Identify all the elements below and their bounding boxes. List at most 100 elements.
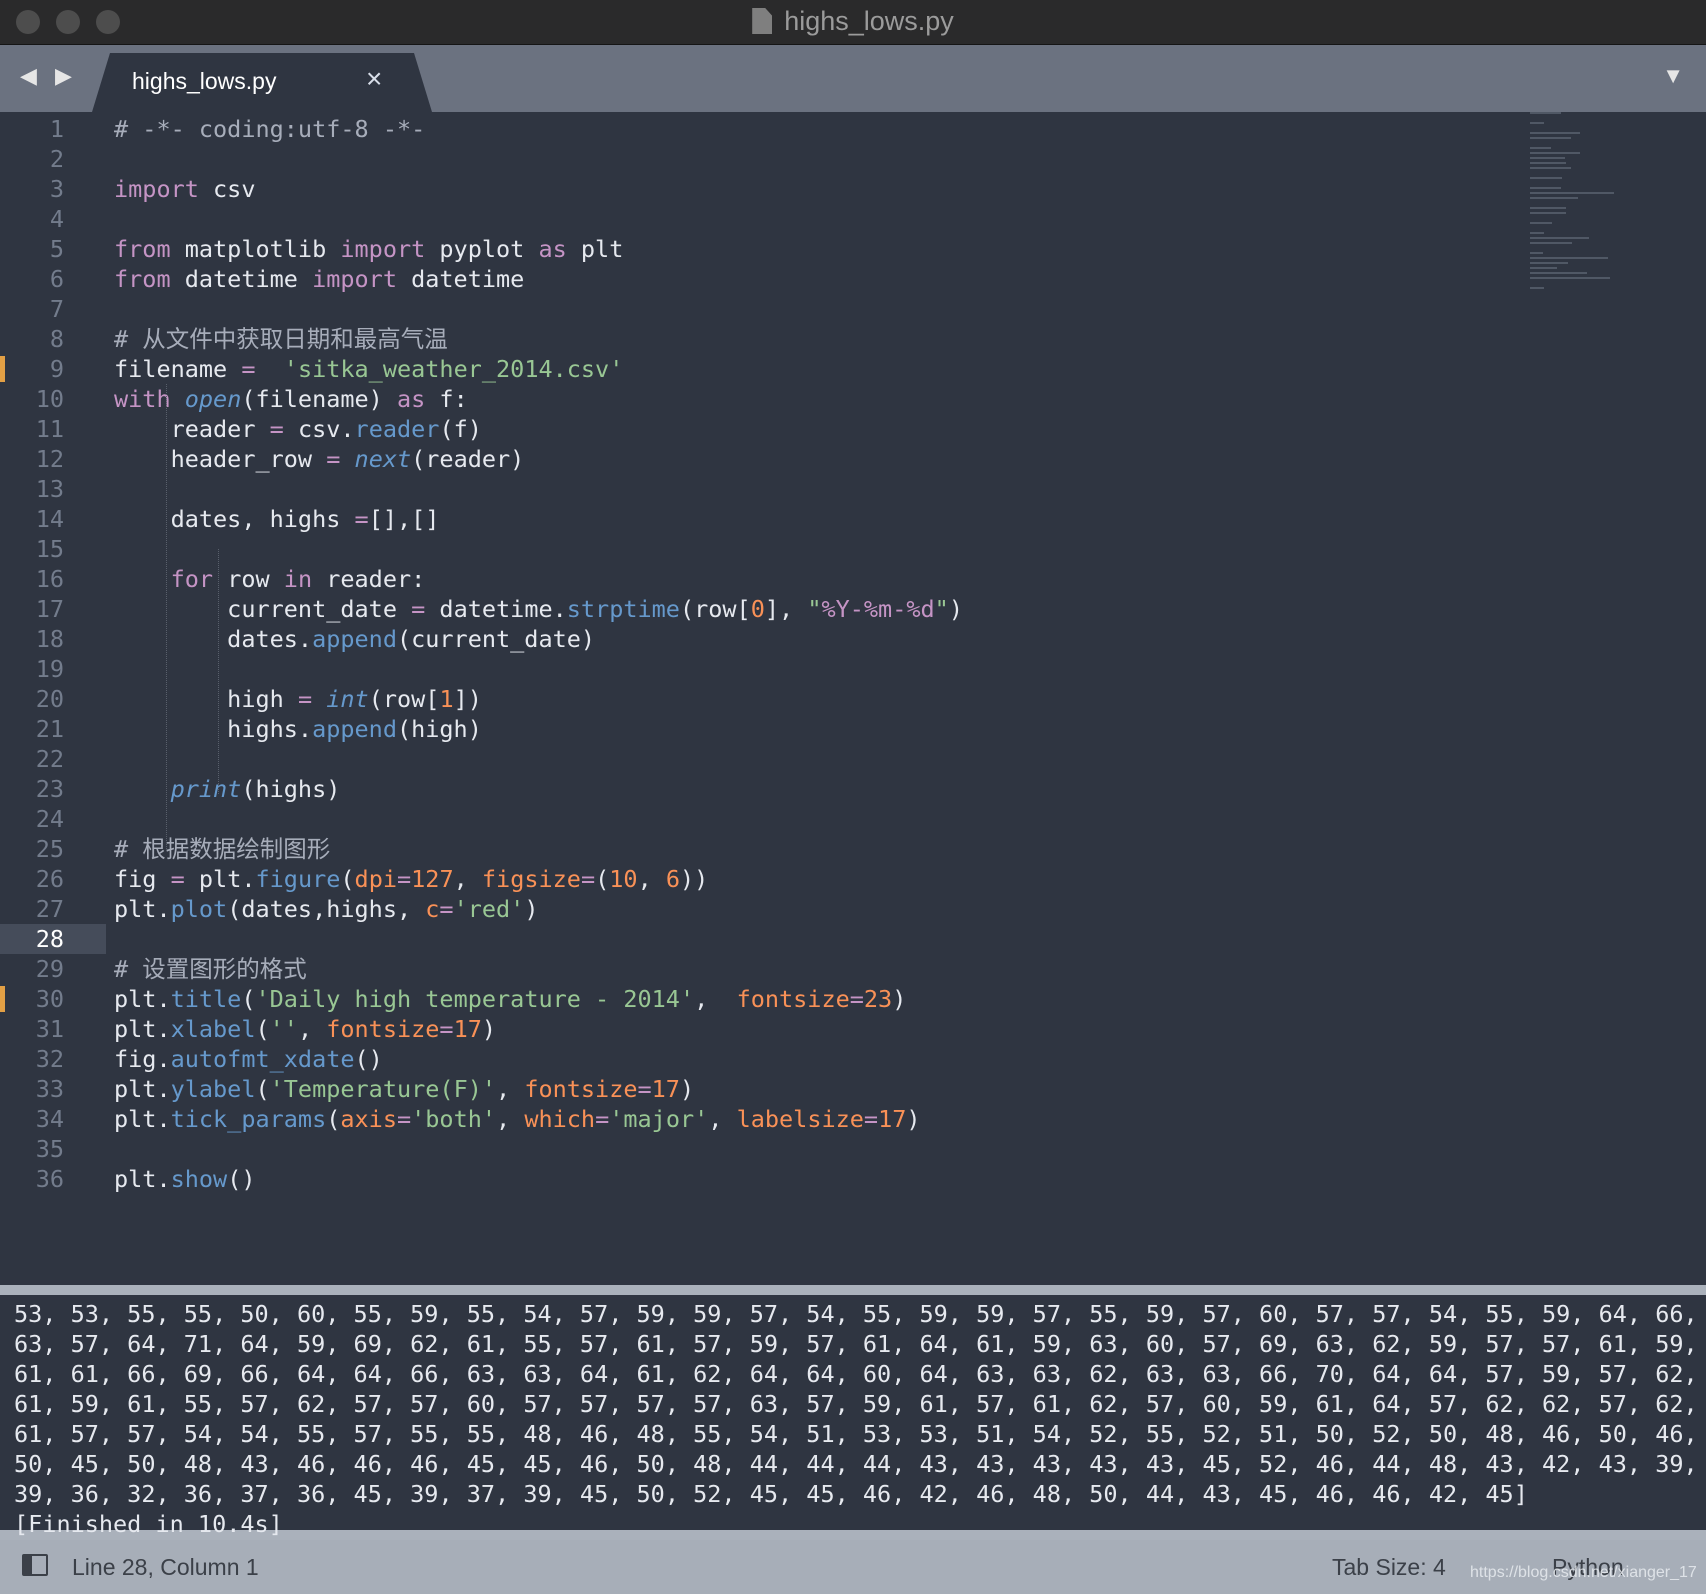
minimap-line [1530,222,1553,224]
minimap[interactable] [1530,112,1650,289]
line-number[interactable]: 15 [0,534,106,564]
line-number[interactable]: 29 [0,954,106,984]
tab-highs-lows[interactable]: highs_lows.py × [92,53,432,112]
code-token: 'sitka_weather_2014.csv' [283,355,624,383]
code-line[interactable] [114,204,1506,234]
line-number[interactable]: 10 [0,384,106,414]
line-number[interactable]: 23 [0,774,106,804]
line-number[interactable]: 12 [0,444,106,474]
line-number[interactable]: 13 [0,474,106,504]
line-number-gutter: 1 2 3 4 5 6 7 8 9 10 11 12 13 14 15 16 17 18 19 20 21 22 23 24 2… [0,112,106,1285]
code-token: ) [948,595,963,623]
code-line[interactable]: # 设置图形的格式 [114,954,1506,984]
line-number[interactable]: 16 [0,564,106,594]
code-token: (row[ [679,595,751,623]
code-line[interactable]: current_date = datetime.strptime(row[0],… [114,594,1506,624]
line-number[interactable]: 31 [0,1014,106,1044]
line-number[interactable]: 32 [0,1044,106,1074]
code-line[interactable] [114,144,1506,174]
tab-close-icon[interactable]: × [366,63,382,95]
line-number[interactable]: 8 [0,324,106,354]
line-number[interactable]: 26 [0,864,106,894]
toggle-panel-icon[interactable] [22,1554,48,1576]
code-line[interactable]: print(highs) [114,774,1506,804]
code-line[interactable]: # -*- coding:utf-8 -*- [114,114,1506,144]
line-number[interactable]: 35 [0,1134,106,1164]
line-number[interactable]: 20 [0,684,106,714]
code-line[interactable]: import csv [114,174,1506,204]
line-number[interactable]: 19 [0,654,106,684]
line-number[interactable]: 7 [0,294,106,324]
code-line[interactable]: from datetime import datetime [114,264,1506,294]
code-line[interactable]: plt.plot(dates,highs, c='red') [114,894,1506,924]
line-number[interactable]: 27 [0,894,106,924]
line-number[interactable]: 1 [0,114,106,144]
code-token: row [213,565,284,593]
line-number[interactable]: 28 [0,924,106,954]
code-token: , [297,1015,327,1043]
code-line[interactable] [114,654,1506,684]
code-line[interactable] [114,744,1506,774]
line-number[interactable]: 33 [0,1074,106,1104]
code-token: = [397,865,412,893]
code-line[interactable]: plt.xlabel('', fontsize=17) [114,1014,1506,1044]
code-token: = [863,1105,879,1133]
code-area[interactable]: # -*- coding:utf-8 -*- import csv from m… [114,112,1506,1285]
code-line[interactable]: # 从文件中获取日期和最高气温 [114,324,1506,354]
code-line[interactable] [114,1134,1506,1164]
line-number[interactable]: 6 [0,264,106,294]
line-number[interactable]: 14 [0,504,106,534]
code-token: 'both' [411,1105,497,1133]
code-line[interactable] [114,534,1506,564]
code-line[interactable] [114,804,1506,834]
line-number[interactable]: 9 [0,354,106,384]
cursor-position[interactable]: Line 28, Column 1 [72,1554,259,1581]
code-token: matplotlib [170,235,341,263]
watermark: https://blog.csdn.net/xianger_17 [1470,1564,1697,1581]
code-line[interactable]: fig.autofmt_xdate() [114,1044,1506,1074]
code-line[interactable] [114,474,1506,504]
line-number[interactable]: 36 [0,1164,106,1194]
code-token: show [170,1165,228,1193]
line-number[interactable]: 5 [0,234,106,264]
line-number[interactable]: 25 [0,834,106,864]
code-line[interactable]: fig = plt.figure(dpi=127, figsize=(10, 6… [114,864,1506,894]
code-line[interactable]: dates, highs =[],[] [114,504,1506,534]
line-number[interactable]: 2 [0,144,106,174]
tab-size-indicator[interactable]: Tab Size: 4 [1332,1554,1446,1581]
code-line[interactable]: high = int(row[1]) [114,684,1506,714]
code-line[interactable]: with open(filename) as f: [114,384,1506,414]
line-number[interactable]: 4 [0,204,106,234]
line-number[interactable]: 22 [0,744,106,774]
code-line[interactable]: filename = 'sitka_weather_2014.csv' [114,354,1506,384]
line-number[interactable]: 21 [0,714,106,744]
tab-dropdown-icon[interactable]: ▼ [1662,63,1684,89]
code-line[interactable]: plt.tick_params(axis='both', which='majo… [114,1104,1506,1134]
line-number[interactable]: 18 [0,624,106,654]
code-line[interactable]: highs.append(high) [114,714,1506,744]
code-line[interactable]: # 根据数据绘制图形 [114,834,1506,864]
code-token: fig [114,865,171,893]
code-line[interactable]: for row in reader: [114,564,1506,594]
code-line[interactable]: plt.ylabel('Temperature(F)', fontsize=17… [114,1074,1506,1104]
code-line[interactable] [114,294,1506,324]
line-number[interactable]: 3 [0,174,106,204]
code-line[interactable]: reader = csv.reader(f) [114,414,1506,444]
line-number[interactable]: 24 [0,804,106,834]
line-number[interactable]: 17 [0,594,106,624]
code-line[interactable]: plt.show() [114,1164,1506,1194]
code-token: which [524,1105,596,1133]
code-line[interactable]: from matplotlib import pyplot as plt [114,234,1506,264]
line-number[interactable]: 30 [0,984,106,1014]
code-editor[interactable]: 1 2 3 4 5 6 7 8 9 10 11 12 13 14 15 16 17 18 19 20 21 22 23 24 2… [0,112,1706,1285]
code-line[interactable]: header_row = next(reader) [114,444,1506,474]
line-number[interactable]: 11 [0,414,106,444]
code-line[interactable]: plt.title('Daily high temperature - 2014… [114,984,1506,1014]
code-token: plt. [114,985,171,1013]
line-number[interactable]: 34 [0,1104,106,1134]
code-line[interactable] [114,924,1506,954]
build-output-panel[interactable]: 53, 53, 55, 55, 50, 60, 55, 59, 55, 54, … [0,1285,1706,1540]
code-line[interactable]: dates.append(current_date) [114,624,1506,654]
tab-nav-arrows-icon[interactable]: ◀ ▶ [20,63,78,89]
code-token: autofmt_xdate [170,1045,355,1073]
